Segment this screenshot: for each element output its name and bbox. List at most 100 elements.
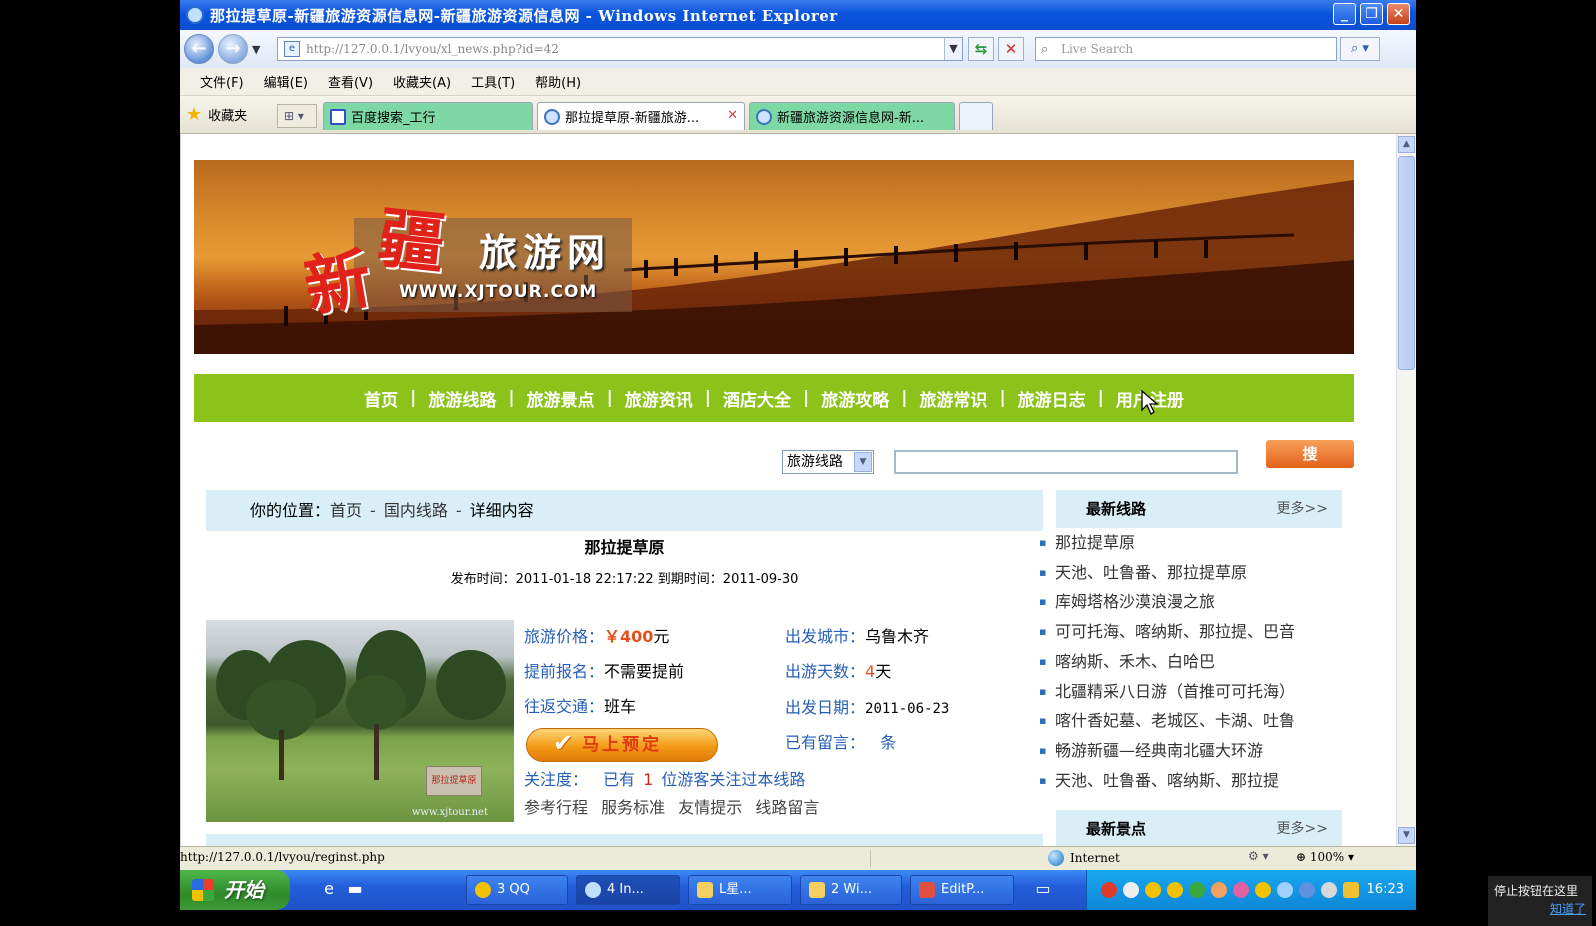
site-search-input[interactable]	[894, 450, 1238, 474]
stop-button[interactable]: ✕	[998, 37, 1024, 61]
editplus-icon	[919, 882, 935, 898]
list-item[interactable]: 喀纳斯、禾木、白哈巴	[1039, 647, 1339, 677]
list-item[interactable]: 天池、吐鲁番、那拉提草原	[1039, 558, 1339, 588]
protected-mode-icon[interactable]: ⚙ ▾	[1248, 849, 1269, 863]
list-item[interactable]: 可可托海、喀纳斯、那拉提、巴音	[1039, 617, 1339, 647]
latest-spots-more[interactable]: 更多>>	[1277, 810, 1328, 846]
start-button[interactable]: 开始	[180, 870, 290, 910]
list-item[interactable]: 天池、吐鲁番、喀纳斯、那拉提	[1039, 766, 1339, 796]
tray-icon[interactable]	[1189, 882, 1205, 898]
taskbar-windows[interactable]: 2 Wi...	[800, 875, 902, 905]
latest-routes-more[interactable]: 更多>>	[1277, 490, 1328, 528]
menu-favorites[interactable]: 收藏夹(A)	[393, 72, 451, 91]
list-item[interactable]: 那拉提草原	[1039, 528, 1339, 558]
list-item[interactable]: 畅游新疆—经典南北疆大环游	[1039, 736, 1339, 766]
link-route-comments[interactable]: 线路留言	[755, 798, 819, 817]
date-row: 出发日期：2011-06-23	[785, 697, 949, 720]
menu-tools[interactable]: 工具(T)	[471, 72, 515, 91]
favorites-button[interactable]: ★ 收藏夹	[186, 104, 247, 125]
back-button[interactable]: ←	[184, 34, 214, 64]
tray-icon[interactable]	[1277, 882, 1293, 898]
list-item[interactable]: 库姆塔格沙漠浪漫之旅	[1039, 587, 1339, 617]
nav-tips[interactable]: 旅游常识	[919, 386, 987, 411]
start-label: 开始	[224, 878, 264, 902]
scroll-thumb[interactable]	[1398, 156, 1415, 370]
search-go-button[interactable]: ⌕ ▾	[1340, 37, 1380, 61]
ie-quicklaunch-icon[interactable]: e	[318, 879, 340, 901]
tab-nalati-active[interactable]: 那拉提草原-新疆旅游... ✕	[537, 102, 745, 130]
attention-pre: 已有	[603, 770, 636, 789]
status-url: http://127.0.0.1/lvyou/reginst.php	[180, 850, 385, 864]
menu-help[interactable]: 帮助(H)	[535, 72, 581, 91]
tab-baidu[interactable]: 百度搜索_工行	[323, 102, 533, 130]
folder-quicklaunch-icon[interactable]: ▬	[344, 879, 366, 901]
quick-tabs-button[interactable]: ⊞ ▾	[277, 104, 317, 128]
date-label: 出发日期：	[785, 698, 866, 717]
link-friendly-tips[interactable]: 友情提示	[678, 798, 742, 817]
nav-logs[interactable]: 旅游日志	[1018, 386, 1086, 411]
shield-icon[interactable]	[1343, 882, 1359, 898]
tray-icon[interactable]	[1321, 882, 1337, 898]
price-label: 旅游价格：	[524, 627, 605, 646]
tray-icon[interactable]	[1299, 882, 1315, 898]
address-field[interactable]: e http://127.0.0.1/lvyou/xl_news.php?id=…	[277, 37, 963, 61]
menu-edit[interactable]: 编辑(E)	[264, 72, 308, 91]
tab-close-icon[interactable]: ✕	[727, 108, 738, 123]
nav-separator: |	[803, 388, 810, 408]
taskbar-ie[interactable]: 4 In...	[576, 875, 680, 905]
nav-guides[interactable]: 旅游攻略	[821, 386, 889, 411]
menu-file[interactable]: 文件(F)	[200, 72, 244, 91]
tray-icon[interactable]	[1145, 882, 1161, 898]
link-itinerary[interactable]: 参考行程	[524, 798, 588, 817]
tray-icon[interactable]	[1233, 882, 1249, 898]
zoom-level[interactable]: ⊕ 100% ▾	[1296, 850, 1354, 864]
live-search-input[interactable]: ⌕ Live Search	[1035, 37, 1337, 61]
nav-routes[interactable]: 旅游线路	[428, 386, 496, 411]
refresh-button[interactable]: ⇆	[968, 37, 994, 61]
nav-spots[interactable]: 旅游景点	[527, 386, 595, 411]
status-bar: http://127.0.0.1/lvyou/reginst.php Inter…	[180, 846, 1416, 870]
tray-icon[interactable]	[1101, 882, 1117, 898]
list-item[interactable]: 北疆精采八日游（首推可可托海）	[1039, 677, 1339, 707]
photo-tree	[436, 650, 506, 720]
taskbar-star[interactable]: L星...	[688, 875, 792, 905]
clock: 16:23	[1366, 882, 1404, 897]
tabs-row: ★ 收藏夹 ⊞ ▾ 百度搜索_工行 那拉提草原-新疆旅游... ✕ 新疆旅游资源…	[180, 96, 1416, 134]
minimize-button[interactable]: _	[1333, 3, 1356, 25]
history-dropdown-icon[interactable]: ▼	[252, 43, 266, 56]
close-button[interactable]: ✕	[1387, 3, 1410, 25]
scroll-up-icon[interactable]: ▲	[1398, 136, 1415, 153]
address-url[interactable]: http://127.0.0.1/lvyou/xl_news.php?id=42	[306, 42, 559, 56]
menu-view[interactable]: 查看(V)	[328, 72, 373, 91]
nav-news[interactable]: 旅游资讯	[625, 386, 693, 411]
list-item[interactable]: 喀什香妃墓、老城区、卡湖、吐鲁	[1039, 706, 1339, 736]
breadcrumb-home[interactable]: 首页	[330, 501, 362, 520]
chevron-down-icon[interactable]: ▼	[854, 452, 872, 472]
book-now-button[interactable]: ✔ 马上预定	[526, 728, 718, 762]
site-search-button[interactable]: 搜 索	[1266, 440, 1354, 491]
tooltip-dismiss-link[interactable]: 知道了	[1494, 900, 1586, 917]
address-dropdown-icon[interactable]: ▼	[944, 38, 962, 60]
route-photo: 那拉提草原 www.xjtour.net	[206, 620, 514, 822]
breadcrumb-category[interactable]: 国内线路	[384, 501, 448, 520]
scroll-down-icon[interactable]: ▼	[1398, 827, 1415, 844]
browser-window: 那拉提草原-新疆旅游资源信息网-新疆旅游资源信息网 - Windows Inte…	[180, 0, 1416, 898]
forward-button[interactable]: →	[218, 34, 248, 64]
tray-icon[interactable]	[1167, 882, 1183, 898]
restore-button[interactable]: ❐	[1360, 3, 1383, 25]
tab-xinjiang[interactable]: 新疆旅游资源信息网-新...	[749, 102, 955, 130]
new-tab-button[interactable]	[959, 102, 993, 130]
taskbar-qq[interactable]: 3 QQ	[466, 875, 568, 905]
nav-hotels[interactable]: 酒店大全	[723, 386, 791, 411]
days-unit: 天	[875, 662, 892, 681]
tray-icon[interactable]	[1255, 882, 1271, 898]
photo-trunk	[279, 730, 284, 780]
taskbar-editplus[interactable]: EditP...	[910, 875, 1014, 905]
vertical-scrollbar[interactable]: ▲ ▼	[1396, 134, 1416, 846]
tray-icon[interactable]	[1211, 882, 1227, 898]
search-category-select[interactable]: 旅游线路 ▼	[782, 450, 874, 474]
link-service-standard[interactable]: 服务标准	[601, 798, 665, 817]
keyboard-icon[interactable]: ▭	[1032, 879, 1054, 901]
nav-home[interactable]: 首页	[364, 386, 398, 411]
tray-icon[interactable]	[1123, 882, 1139, 898]
